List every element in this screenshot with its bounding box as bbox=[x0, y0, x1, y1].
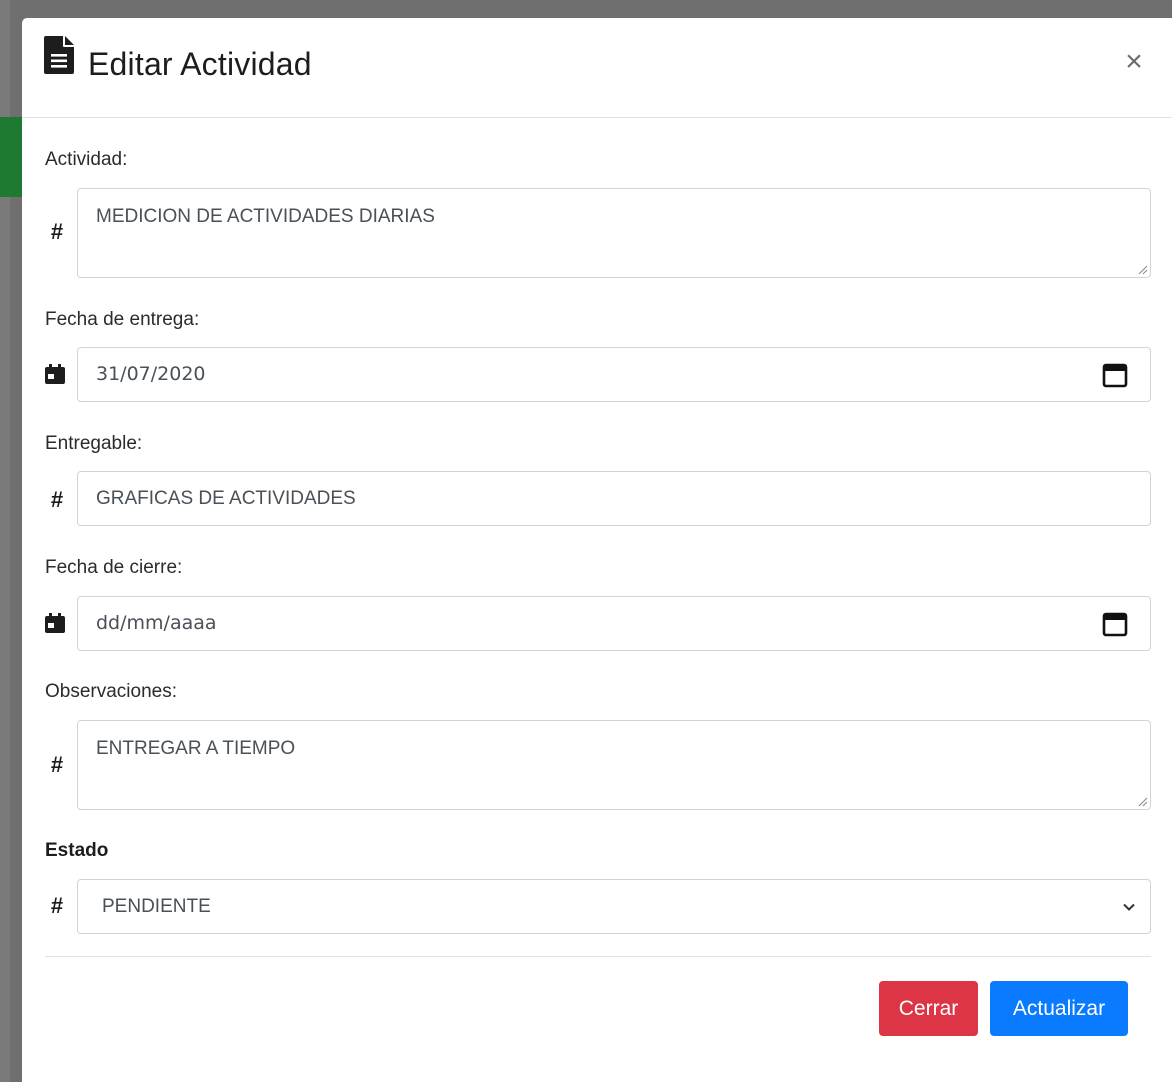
observaciones-label: Observaciones: bbox=[45, 681, 178, 702]
calendar-icon bbox=[45, 364, 65, 384]
actividad-textarea[interactable]: MEDICION DE ACTIVIDADES DIARIAS bbox=[77, 188, 1151, 278]
fecha-cierre-placeholder: dd/mm/aaaa bbox=[96, 612, 217, 634]
modal-title: Editar Actividad bbox=[88, 46, 312, 82]
actividad-label: Actividad: bbox=[45, 149, 128, 170]
fecha-entrega-input[interactable]: 31/07/2020 bbox=[77, 347, 1151, 402]
fecha-cierre-input[interactable]: dd/mm/aaaa bbox=[77, 596, 1151, 651]
hash-icon: # bbox=[50, 893, 64, 918]
close-icon[interactable]: × bbox=[1120, 47, 1148, 77]
hash-icon: # bbox=[50, 487, 64, 512]
estado-label: Estado bbox=[45, 840, 109, 861]
calendar-picker-icon[interactable] bbox=[1102, 362, 1128, 388]
calendar-icon bbox=[45, 613, 65, 633]
file-text-icon bbox=[44, 36, 74, 74]
chevron-down-icon bbox=[1123, 903, 1135, 911]
entregable-label: Entregable: bbox=[45, 433, 143, 454]
hash-icon: # bbox=[50, 752, 64, 777]
entregable-value: GRAFICAS DE ACTIVIDADES bbox=[96, 488, 356, 509]
footer-divider bbox=[45, 956, 1151, 957]
actualizar-button[interactable]: Actualizar bbox=[990, 981, 1128, 1036]
edit-activity-modal: Editar Actividad × Actividad: # MEDICION… bbox=[22, 18, 1172, 1082]
cerrar-button[interactable]: Cerrar bbox=[879, 981, 978, 1036]
resize-grip-icon[interactable] bbox=[1136, 263, 1148, 275]
calendar-picker-icon[interactable] bbox=[1102, 611, 1128, 637]
resize-grip-icon[interactable] bbox=[1136, 795, 1148, 807]
hash-icon: # bbox=[50, 219, 64, 244]
fecha-cierre-label: Fecha de cierre: bbox=[45, 557, 183, 578]
backdrop-green-banner bbox=[0, 117, 24, 197]
entregable-input[interactable]: GRAFICAS DE ACTIVIDADES bbox=[77, 471, 1151, 526]
fecha-entrega-value: 31/07/2020 bbox=[96, 363, 206, 385]
observaciones-value: ENTREGAR A TIEMPO bbox=[96, 738, 296, 759]
actividad-value: MEDICION DE ACTIVIDADES DIARIAS bbox=[96, 206, 435, 227]
modal-header: Editar Actividad × bbox=[22, 18, 1172, 118]
estado-select[interactable]: PENDIENTE bbox=[77, 879, 1151, 934]
fecha-entrega-label: Fecha de entrega: bbox=[45, 309, 200, 330]
observaciones-textarea[interactable]: ENTREGAR A TIEMPO bbox=[77, 720, 1151, 810]
estado-selected-value: PENDIENTE bbox=[102, 896, 211, 917]
